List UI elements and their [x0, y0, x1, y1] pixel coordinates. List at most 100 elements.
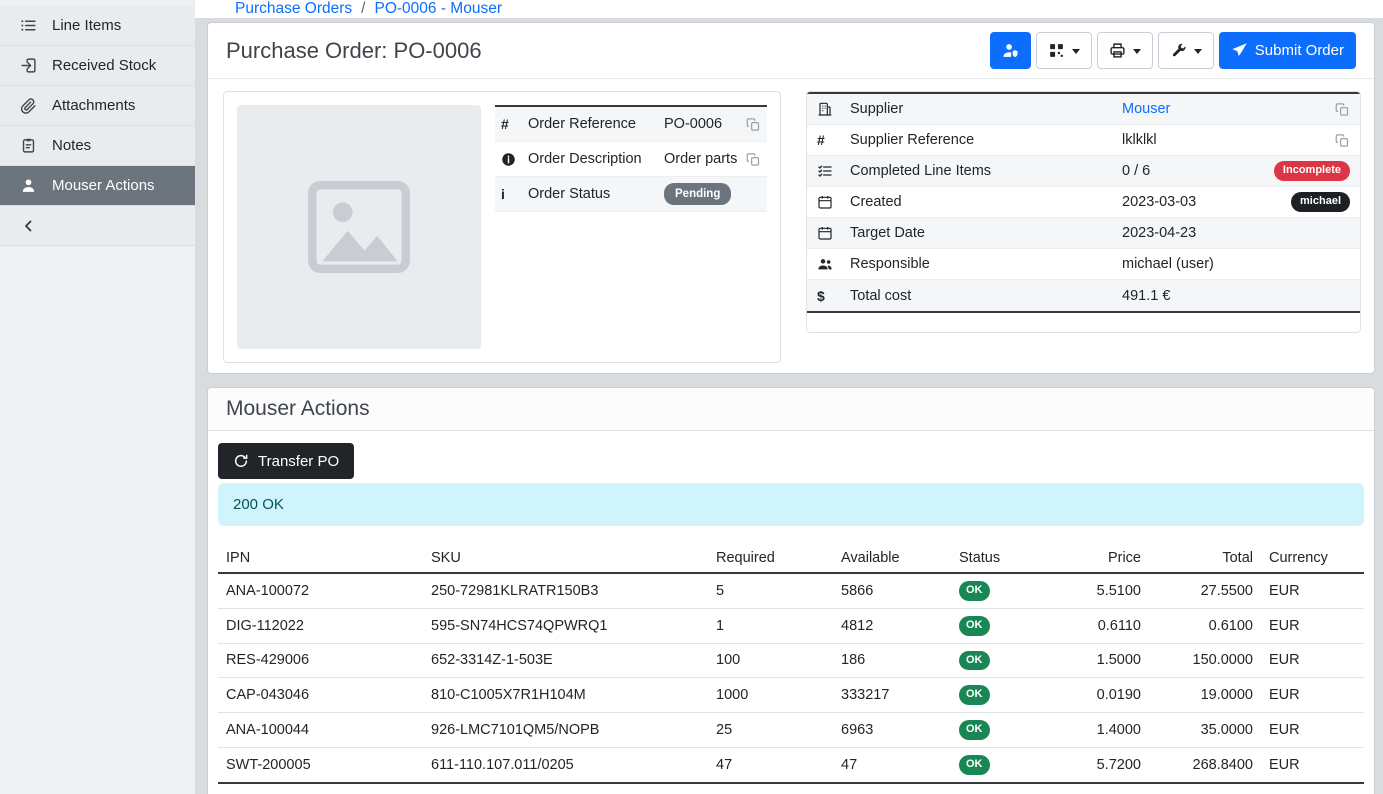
- cell-status: OK: [951, 643, 1041, 678]
- copy-icon[interactable]: [1335, 133, 1350, 148]
- cell-currency: EUR: [1261, 713, 1364, 748]
- col-header-price: Price: [1041, 544, 1149, 573]
- qr-icon: [1048, 42, 1065, 59]
- cell-ipn: SWT-200005: [218, 747, 423, 782]
- supplier-link[interactable]: Mouser: [1122, 101, 1170, 117]
- calendar-icon: [817, 194, 850, 210]
- detail-label: Total cost: [850, 288, 1122, 304]
- ok-badge: OK: [959, 581, 990, 601]
- cell-available: 4812: [833, 608, 951, 643]
- cell-total: 35.0000: [1149, 713, 1261, 748]
- ok-badge: OK: [959, 685, 990, 705]
- status-badge: Pending: [664, 183, 731, 205]
- order-summary-card: # Order Reference PO-0006 Order Descript…: [223, 91, 781, 363]
- sidebar-item-label: Notes: [52, 137, 91, 154]
- cell-price: 0.6110: [1041, 608, 1149, 643]
- chevron-down-icon: [1133, 49, 1141, 54]
- col-header-required: Required: [708, 544, 833, 573]
- footer-total-label: Total: [218, 783, 1149, 794]
- copy-icon[interactable]: [1335, 102, 1350, 117]
- detail-label: Supplier: [850, 101, 1122, 117]
- printer-icon: [1109, 42, 1126, 59]
- table-row: RES-429006 652-3314Z-1-503E 100 186 OK 1…: [218, 643, 1364, 678]
- mouser-actions-panel: Mouser Actions Transfer PO 200 OK IPN SK…: [207, 387, 1375, 794]
- list-check-icon: [817, 163, 850, 179]
- cell-sku: 611-110.107.011/0205: [423, 747, 708, 782]
- cell-total: 0.6100: [1149, 608, 1261, 643]
- cell-required: 1: [708, 608, 833, 643]
- chevron-down-icon: [1194, 49, 1202, 54]
- cell-required: 47: [708, 747, 833, 782]
- cell-price: 5.5100: [1041, 573, 1149, 608]
- status-alert: 200 OK: [218, 483, 1364, 526]
- page-title: Purchase Order: PO-0006: [226, 38, 482, 64]
- breadcrumb-link-current[interactable]: PO-0006 - Mouser: [374, 0, 502, 18]
- calendar-icon: [817, 225, 850, 241]
- sign-in-icon: [20, 57, 37, 74]
- cell-total: 150.0000: [1149, 643, 1261, 678]
- cell-ipn: CAP-043046: [218, 678, 423, 713]
- order-attributes-card: Supplier Mouser # Supplier Reference lkl…: [806, 91, 1361, 333]
- table-row: SWT-200005 611-110.107.011/0205 47 47 OK…: [218, 747, 1364, 782]
- order-image-placeholder[interactable]: [237, 105, 481, 349]
- print-actions-dropdown[interactable]: [1097, 32, 1153, 69]
- order-actions-dropdown[interactable]: [1158, 32, 1214, 69]
- user-actions-button[interactable]: [990, 32, 1031, 69]
- sidebar-item-mouser-actions[interactable]: Mouser Actions: [0, 166, 195, 206]
- hash-icon: #: [817, 132, 850, 148]
- col-header-status: Status: [951, 544, 1041, 573]
- cell-status: OK: [951, 608, 1041, 643]
- detail-row-order-description: Order Description Order parts: [495, 142, 767, 177]
- col-header-ipn: IPN: [218, 544, 423, 573]
- cell-currency: EUR: [1261, 747, 1364, 782]
- table-footer-row: Total 501.0000: [218, 783, 1364, 794]
- sidebar-item-line-items[interactable]: Line Items: [0, 6, 195, 46]
- info-icon: i: [501, 186, 528, 202]
- users-icon: [817, 256, 850, 272]
- breadcrumb-link-purchase-orders[interactable]: Purchase Orders: [235, 0, 352, 18]
- detail-label: Target Date: [850, 225, 1122, 241]
- cell-sku: 810-C1005X7R1H104M: [423, 678, 708, 713]
- refresh-icon: [233, 453, 249, 469]
- order-panel-header: Purchase Order: PO-0006: [208, 23, 1374, 79]
- copy-icon[interactable]: [746, 152, 761, 167]
- submit-order-button[interactable]: Submit Order: [1219, 32, 1356, 69]
- order-details: # Order Reference PO-0006 Order Descript…: [208, 79, 1374, 373]
- transfer-po-button[interactable]: Transfer PO: [218, 443, 354, 479]
- col-header-currency: Currency: [1261, 544, 1364, 573]
- cell-ipn: DIG-112022: [218, 608, 423, 643]
- submit-order-label: Submit Order: [1255, 42, 1344, 59]
- wrench-icon: [1170, 42, 1187, 59]
- hash-icon: #: [501, 116, 528, 132]
- detail-value: Order parts: [664, 151, 746, 167]
- sidebar-collapse-button[interactable]: [0, 206, 195, 246]
- cell-available: 186: [833, 643, 951, 678]
- order-toolbar: Submit Order: [990, 32, 1356, 69]
- col-header-total: Total: [1149, 544, 1261, 573]
- cell-status: OK: [951, 573, 1041, 608]
- detail-row-created: Created 2023-03-03 michael: [807, 187, 1360, 218]
- cell-currency: EUR: [1261, 643, 1364, 678]
- cell-ipn: ANA-100044: [218, 713, 423, 748]
- cell-status: OK: [951, 678, 1041, 713]
- user-icon: [20, 177, 37, 194]
- paper-plane-icon: [1231, 42, 1248, 59]
- info-circle-icon: [501, 152, 528, 167]
- cell-required: 1000: [708, 678, 833, 713]
- sidebar-item-attachments[interactable]: Attachments: [0, 86, 195, 126]
- cell-total: 19.0000: [1149, 678, 1261, 713]
- cell-ipn: RES-429006: [218, 643, 423, 678]
- sidebar-item-received-stock[interactable]: Received Stock: [0, 46, 195, 86]
- copy-icon[interactable]: [746, 117, 761, 132]
- cell-available: 6963: [833, 713, 951, 748]
- footer-total-value: 501.0000: [1149, 783, 1261, 794]
- cell-required: 5: [708, 573, 833, 608]
- detail-value: michael (user): [1122, 256, 1350, 272]
- cell-price: 1.5000: [1041, 643, 1149, 678]
- order-attributes-table: Supplier Mouser # Supplier Reference lkl…: [807, 92, 1360, 313]
- cell-available: 47: [833, 747, 951, 782]
- cell-required: 25: [708, 713, 833, 748]
- barcode-actions-dropdown[interactable]: [1036, 32, 1092, 69]
- detail-row-supplier-reference: # Supplier Reference lklklkl: [807, 125, 1360, 156]
- sidebar-item-notes[interactable]: Notes: [0, 126, 195, 166]
